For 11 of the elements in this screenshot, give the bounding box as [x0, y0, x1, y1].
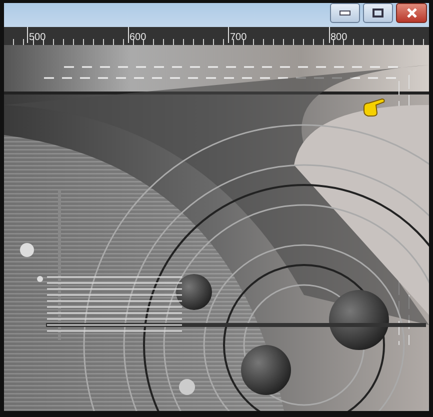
close-icon	[406, 8, 418, 18]
maximize-icon	[372, 8, 384, 18]
pointing-hand-icon	[362, 97, 386, 117]
close-button[interactable]	[396, 3, 427, 23]
ruler-label: 800	[330, 32, 348, 43]
ruler-label: 700	[230, 32, 247, 43]
minimize-icon	[339, 10, 351, 16]
minimize-button[interactable]	[330, 3, 360, 23]
ruler-label: 600	[130, 32, 146, 43]
ruler-label: 500	[29, 32, 46, 43]
maximize-button[interactable]	[363, 3, 393, 23]
